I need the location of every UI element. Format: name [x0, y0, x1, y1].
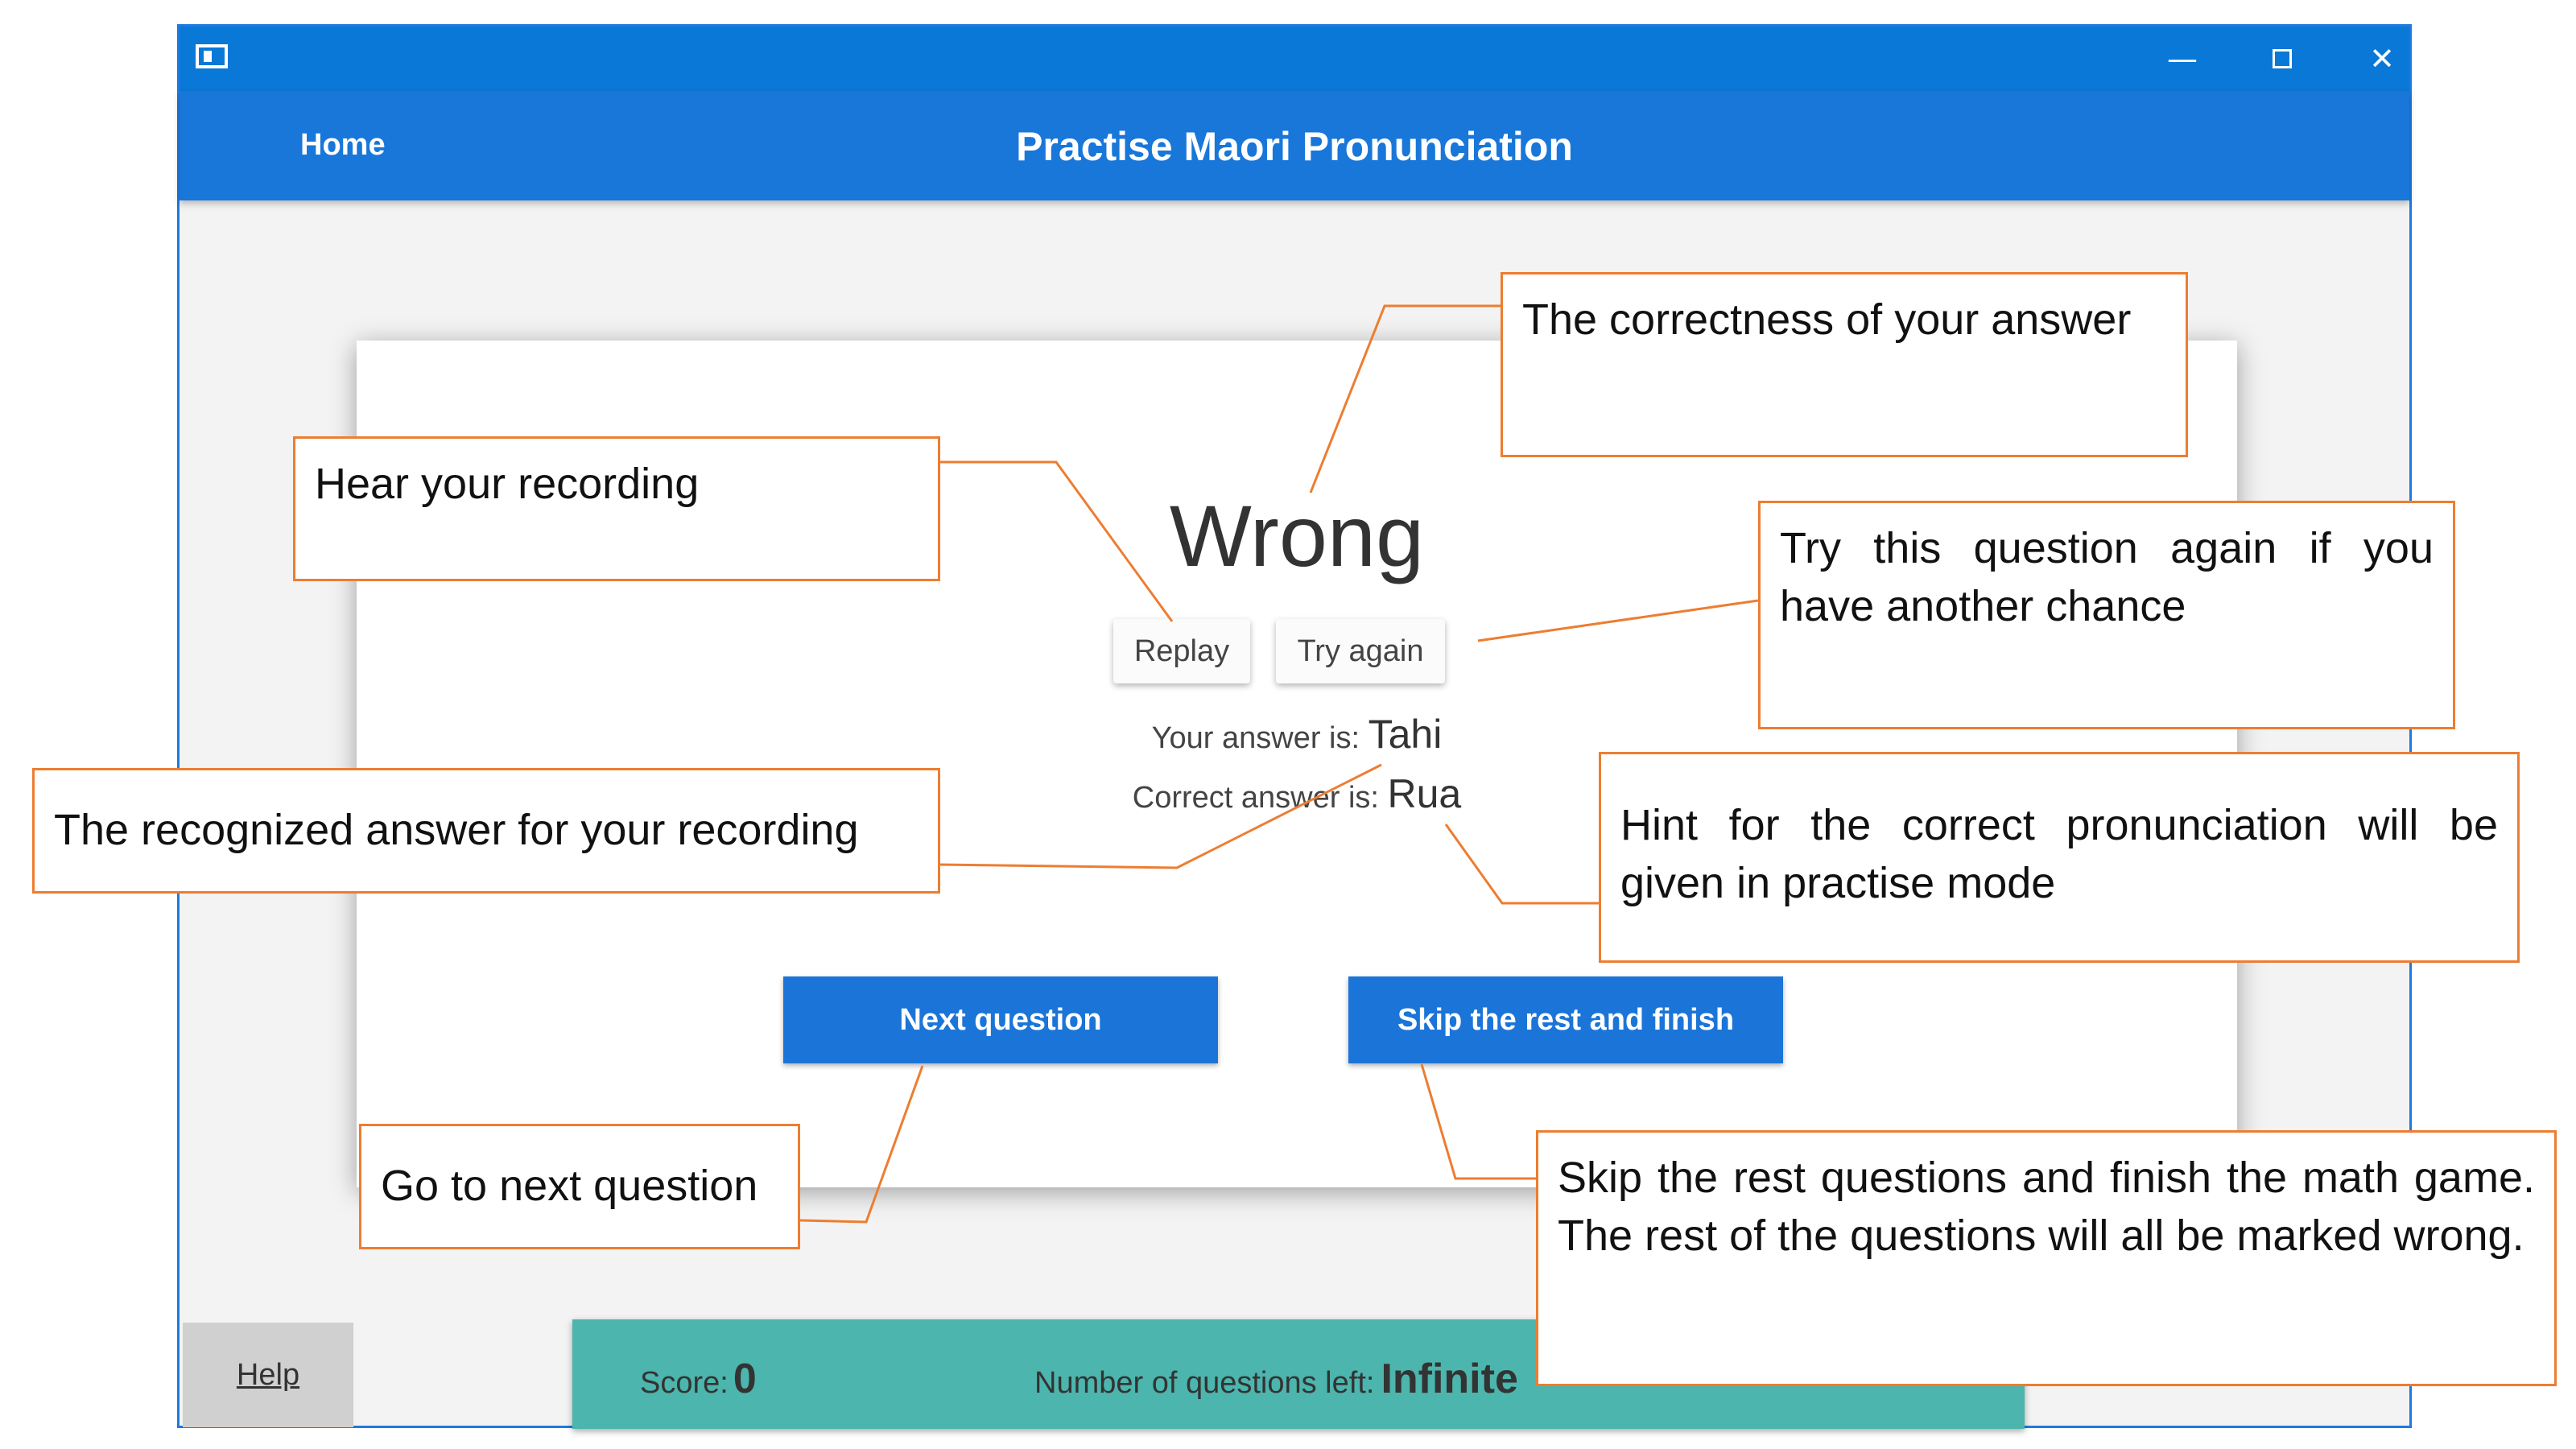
callout-skip-finish: Skip the rest questions and finish the m… — [1536, 1130, 2557, 1386]
connector-skip — [1420, 1063, 1536, 1180]
connector-correctness — [1309, 304, 1501, 493]
callout-recognized-answer: The recognized answer for your recording — [32, 768, 940, 894]
connector-hint — [1444, 824, 1599, 905]
callout-hint: Hint for the correct pronunciation will … — [1599, 752, 2520, 963]
callout-try-again: Try this question again if you have anot… — [1758, 501, 2455, 729]
callout-hear-recording: Hear your recording — [293, 436, 940, 581]
callout-next-question: Go to next question — [359, 1124, 800, 1249]
connector-next — [799, 1065, 924, 1224]
connector-hear — [940, 460, 1174, 622]
connector-recognized — [938, 763, 1382, 869]
callout-correctness: The correctness of your answer — [1501, 272, 2188, 457]
connector-try-again — [1477, 599, 1759, 642]
